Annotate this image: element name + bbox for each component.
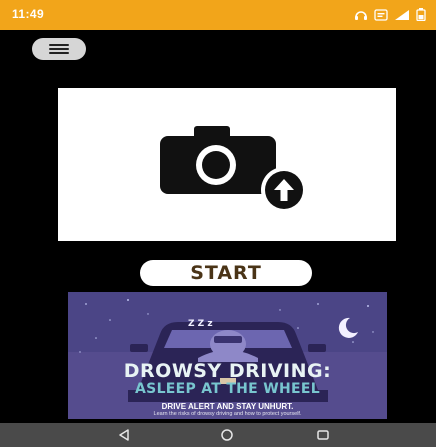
hamburger-menu-icon [49,44,69,54]
banner-illustration [68,292,387,419]
status-time: 11:49 [12,7,45,21]
recents-icon[interactable] [316,428,330,442]
banner-subtitle: ASLEEP AT THE WHEEL [135,381,320,397]
notification-icon [374,8,388,21]
home-icon[interactable] [220,428,234,442]
start-button[interactable]: START [140,260,312,286]
image-upload-panel[interactable] [58,88,396,241]
status-bar: 11:49 [0,0,436,30]
battery-icon [416,8,426,21]
signal-icon [395,9,409,20]
banner-slogan: DRIVE ALERT AND STAY UNHURT. [161,402,294,411]
back-icon[interactable] [117,428,131,442]
camera-upload-icon [160,126,307,213]
app-screen: 11:49 START Z Z z DROWSY DRIVING: ASLEEP… [0,0,436,447]
navigation-bar [0,423,436,447]
headphones-icon [355,10,367,20]
sleep-zzz-text: Z Z z [188,319,213,329]
status-icons [354,8,426,21]
drowsy-driving-banner: Z Z z DROWSY DRIVING: ASLEEP AT THE WHEE… [68,292,387,419]
banner-title: DROWSY DRIVING: [123,360,332,382]
start-button-label: START [190,262,262,284]
banner-note: Learn the risks of drowsy driving and ho… [153,411,302,417]
menu-button[interactable] [32,38,86,60]
